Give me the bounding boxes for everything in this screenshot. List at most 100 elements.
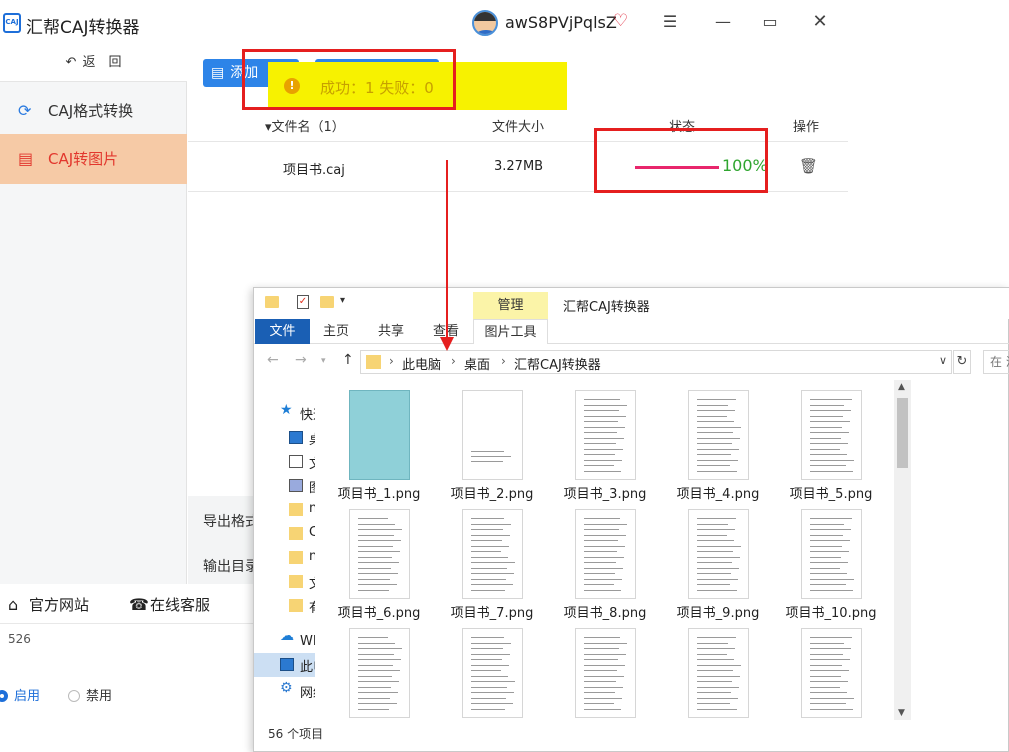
column-op-header: 操作 <box>793 120 820 135</box>
file-item[interactable] <box>329 618 429 726</box>
maximize-icon[interactable]: ▭ <box>758 10 782 34</box>
sidebar-item-caj-to-image[interactable]: ▤ CAJ转图片 <box>0 134 187 184</box>
column-name-header[interactable]: ▾文件名（1） <box>265 116 345 135</box>
folder-icon <box>366 355 381 369</box>
tab-file[interactable]: 文件 <box>255 319 310 344</box>
image-thumbnail <box>801 628 862 718</box>
folder-icon <box>289 503 303 516</box>
file-item[interactable]: 项目书_8.png <box>555 499 655 621</box>
diamond-heart-icon[interactable]: ♡ <box>613 12 633 30</box>
breadcrumb-desktop[interactable]: 桌面 <box>464 354 490 373</box>
scroll-down-icon[interactable]: ▼ <box>898 708 905 718</box>
up-arrow-icon[interactable]: ↑ <box>342 352 354 368</box>
app-logo-icon: CAJ <box>3 13 21 33</box>
file-item[interactable]: 项目书_1.png <box>329 380 429 502</box>
file-name: 项目书.caj <box>283 163 345 178</box>
official-site-link[interactable]: ⌂ 官方网站 <box>8 594 89 615</box>
nav-item[interactable]: ☁ WPS云盘 <box>254 627 315 651</box>
back-button[interactable]: ↶ 返 回 <box>0 44 187 82</box>
trash-icon[interactable]: 🗑 <box>799 157 818 175</box>
tab-share[interactable]: 共享 <box>375 319 407 344</box>
sidebar-item-caj-convert[interactable]: ⟳ CAJ格式转换 <box>0 86 187 136</box>
file-item[interactable] <box>781 618 881 726</box>
close-icon[interactable]: ✕ <box>808 10 832 34</box>
ribbon-tabs: 文件 主页 共享 查看 图片工具 <box>254 319 1009 344</box>
sidebar-item-label: CAJ转图片 <box>48 150 119 168</box>
nav-item[interactable]: 图片 <box>254 474 315 498</box>
username[interactable]: awS8PVjPqlsZ <box>505 13 617 32</box>
back-arrow-icon[interactable]: ← <box>267 352 279 368</box>
file-item[interactable]: 项目书_3.png <box>555 380 655 502</box>
nav-item[interactable]: C <box>254 522 315 546</box>
image-thumbnail <box>462 390 523 480</box>
disable-radio[interactable]: 禁用 <box>68 685 112 704</box>
file-item[interactable] <box>442 618 542 726</box>
vertical-scrollbar[interactable]: ▲ ▼ <box>894 380 911 720</box>
online-service-link[interactable]: ☎在线客服 <box>129 594 210 615</box>
scroll-up-icon[interactable]: ▲ <box>898 382 905 392</box>
file-item[interactable] <box>555 618 655 726</box>
nav-item[interactable]: 此电脑 <box>254 653 315 677</box>
forward-arrow-icon[interactable]: → <box>295 352 307 368</box>
desktop: 选 CAJ 汇帮CAJ转换器 awS8PVjPqlsZ ♡ ☰ — ▭ ✕ ↶返… <box>0 0 1009 752</box>
file-item[interactable]: 项目书_5.png <box>781 380 881 502</box>
properties-icon[interactable]: ✓ <box>297 295 309 309</box>
footer-number: 526 <box>8 632 31 646</box>
image-thumbnail <box>349 628 410 718</box>
chevron-right-icon[interactable]: › <box>389 354 394 368</box>
nav-item[interactable]: 文 <box>254 570 315 594</box>
nav-item[interactable]: n <box>254 546 315 570</box>
column-size-header: 文件大小 <box>492 120 545 135</box>
file-item[interactable]: 项目书_7.png <box>442 499 542 621</box>
tab-picture-tools[interactable]: 图片工具 <box>473 319 548 344</box>
output-dir-label: 输出目录 <box>203 559 259 575</box>
image-thumbnail <box>801 509 862 599</box>
nav-item[interactable]: ★ 快速访问 <box>254 401 315 425</box>
file-size: 3.27MB <box>494 159 544 174</box>
hamburger-icon[interactable]: ☰ <box>658 10 682 34</box>
file-item[interactable]: 项目书_10.png <box>781 499 881 621</box>
customize-dropdown-icon[interactable]: ▾ <box>340 295 345 306</box>
address-row: ← → ▾ ↑ › 此电脑 › 桌面 › 汇帮CAJ转换器 ∨ ↻ 在 汇 <box>254 347 1009 377</box>
image-thumbnail <box>349 509 410 599</box>
file-item[interactable]: 项目书_2.png <box>442 380 542 502</box>
image-thumbnail <box>801 390 862 480</box>
chevron-right-icon[interactable]: › <box>501 354 506 368</box>
file-item[interactable] <box>668 618 768 726</box>
user-avatar[interactable] <box>472 10 498 36</box>
new-folder-icon[interactable] <box>320 296 334 308</box>
search-input[interactable]: 在 汇 <box>983 350 1009 374</box>
tab-manage[interactable]: 管理 <box>473 292 548 319</box>
nav-item[interactable]: 有 <box>254 594 315 618</box>
nav-item[interactable]: 桌面 <box>254 426 315 450</box>
nav-item-label: C <box>309 525 315 540</box>
footer: ⌂ 官方网站 ☎在线客服 526 启用 禁用 <box>0 584 255 752</box>
file-item[interactable]: 项目书_9.png <box>668 499 768 621</box>
minimize-icon[interactable]: — <box>711 10 735 34</box>
annotation-arrow-head <box>440 337 454 351</box>
enable-radio[interactable]: 启用 <box>0 685 40 704</box>
file-item[interactable]: 项目书_6.png <box>329 499 429 621</box>
annotation-box-progress <box>594 128 768 193</box>
nav-item[interactable]: 文档 <box>254 450 315 474</box>
folder-icon <box>289 551 303 564</box>
folder-icon[interactable] <box>265 296 279 308</box>
nav-item[interactable]: n <box>254 498 315 522</box>
tab-home[interactable]: 主页 <box>320 319 352 344</box>
image-thumbnail <box>575 628 636 718</box>
add-file-icon: ▤ <box>211 65 225 81</box>
recent-dropdown-icon[interactable]: ▾ <box>321 356 326 366</box>
nav-item-label: 文档 <box>309 453 315 472</box>
breadcrumb-this-pc[interactable]: 此电脑 <box>402 354 441 373</box>
scroll-thumb[interactable] <box>897 398 908 468</box>
headset-icon: ☎ <box>129 595 149 614</box>
chevron-right-icon[interactable]: › <box>451 354 456 368</box>
breadcrumb-folder[interactable]: 汇帮CAJ转换器 <box>514 354 601 373</box>
nav-item[interactable]: ⚙ 网络 <box>254 679 315 703</box>
file-item[interactable]: 项目书_4.png <box>668 380 768 502</box>
chevron-down-icon[interactable]: ∨ <box>939 354 947 367</box>
home-icon: ⌂ <box>8 595 19 614</box>
folder-icon <box>289 575 303 588</box>
refresh-icon[interactable]: ↻ <box>953 350 971 374</box>
address-bar[interactable]: › 此电脑 › 桌面 › 汇帮CAJ转换器 ∨ <box>360 350 952 374</box>
